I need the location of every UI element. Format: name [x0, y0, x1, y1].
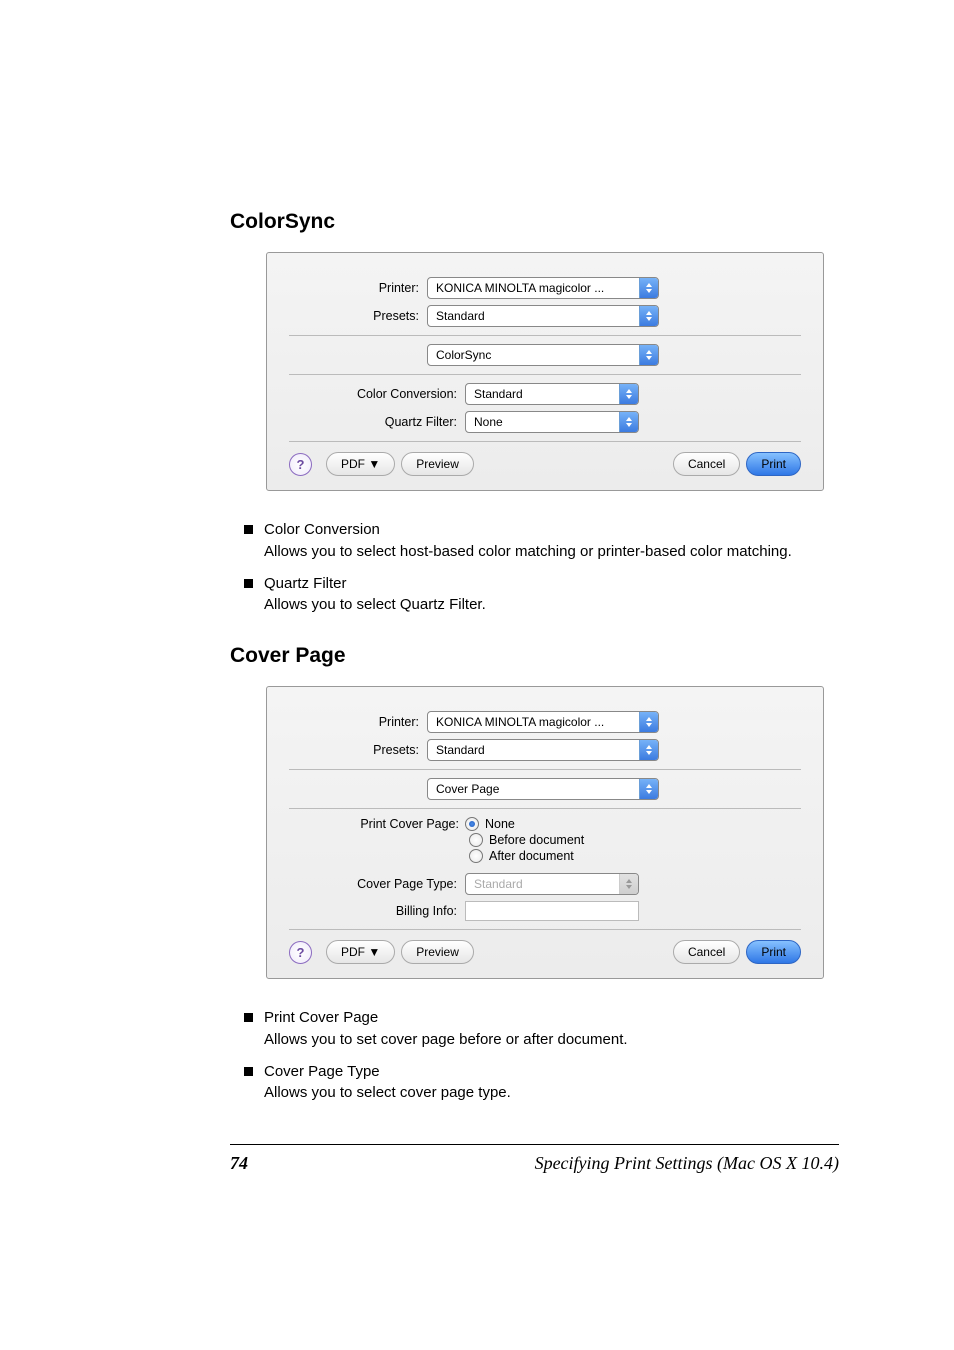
presets-select-value: Standard [428, 309, 639, 323]
item-desc: Allows you to select host-based color ma… [264, 541, 839, 563]
coverpage-description-list: Print Cover Page Allows you to set cover… [230, 1007, 839, 1104]
section-heading-coverpage: Cover Page [230, 644, 839, 668]
presets-label: Presets: [289, 743, 427, 757]
radio-none-label: None [485, 817, 515, 831]
item-title: Print Cover Page [264, 1007, 839, 1029]
colorsync-dialog: Printer: KONICA MINOLTA magicolor ... Pr… [266, 252, 824, 491]
covertype-label: Cover Page Type: [289, 877, 465, 891]
select-arrows-icon [639, 306, 658, 326]
pane-select[interactable]: ColorSync [427, 344, 659, 366]
printer-select[interactable]: KONICA MINOLTA magicolor ... [427, 277, 659, 299]
colorconv-label: Color Conversion: [289, 387, 465, 401]
pdf-button[interactable]: PDF ▼ [326, 452, 395, 476]
radio-none[interactable] [465, 817, 479, 831]
printer-select-value: KONICA MINOLTA magicolor ... [428, 281, 639, 295]
print-button[interactable]: Print [746, 940, 801, 964]
select-arrows-icon [639, 779, 658, 799]
item-title: Quartz Filter [264, 573, 839, 595]
covertype-select: Standard [465, 873, 639, 895]
item-desc: Allows you to select cover page type. [264, 1082, 839, 1104]
print-button[interactable]: Print [746, 452, 801, 476]
presets-label: Presets: [289, 309, 427, 323]
page-footer: 74 Specifying Print Settings (Mac OS X 1… [230, 1144, 839, 1174]
select-arrows-icon [639, 345, 658, 365]
divider [289, 441, 801, 442]
select-arrows-icon [619, 874, 638, 894]
select-arrows-icon [619, 384, 638, 404]
colorconv-value: Standard [466, 387, 619, 401]
billing-input[interactable] [465, 901, 639, 921]
printer-label: Printer: [289, 715, 427, 729]
divider [289, 374, 801, 375]
pane-select-value: ColorSync [428, 348, 639, 362]
page-number: 74 [230, 1153, 310, 1174]
item-title: Color Conversion [264, 519, 839, 541]
select-arrows-icon [639, 740, 658, 760]
radio-before-label: Before document [489, 833, 584, 847]
list-item: Cover Page Type Allows you to select cov… [230, 1061, 839, 1105]
printer-label: Printer: [289, 281, 427, 295]
quartz-select[interactable]: None [465, 411, 639, 433]
colorsync-description-list: Color Conversion Allows you to select ho… [230, 519, 839, 616]
billing-label: Billing Info: [289, 904, 465, 918]
quartz-label: Quartz Filter: [289, 415, 465, 429]
cancel-button[interactable]: Cancel [673, 452, 740, 476]
section-heading-colorsync: ColorSync [230, 210, 839, 234]
colorconv-select[interactable]: Standard [465, 383, 639, 405]
presets-select[interactable]: Standard [427, 739, 659, 761]
pdf-button[interactable]: PDF ▼ [326, 940, 395, 964]
select-arrows-icon [639, 712, 658, 732]
footer-title: Specifying Print Settings (Mac OS X 10.4… [310, 1153, 839, 1174]
preview-button[interactable]: Preview [401, 940, 474, 964]
divider [289, 769, 801, 770]
pane-select[interactable]: Cover Page [427, 778, 659, 800]
item-desc: Allows you to select Quartz Filter. [264, 594, 839, 616]
covertype-value: Standard [466, 877, 619, 891]
item-title: Cover Page Type [264, 1061, 839, 1083]
radio-before[interactable] [469, 833, 483, 847]
list-item: Color Conversion Allows you to select ho… [230, 519, 839, 563]
help-button[interactable]: ? [289, 941, 312, 964]
help-button[interactable]: ? [289, 453, 312, 476]
divider [289, 929, 801, 930]
select-arrows-icon [619, 412, 638, 432]
presets-select[interactable]: Standard [427, 305, 659, 327]
preview-button[interactable]: Preview [401, 452, 474, 476]
radio-after-label: After document [489, 849, 574, 863]
pane-select-value: Cover Page [428, 782, 639, 796]
printcover-label: Print Cover Page: [289, 817, 465, 831]
list-item: Quartz Filter Allows you to select Quart… [230, 573, 839, 617]
select-arrows-icon [639, 278, 658, 298]
divider [289, 335, 801, 336]
printer-select-value: KONICA MINOLTA magicolor ... [428, 715, 639, 729]
coverpage-dialog: Printer: KONICA MINOLTA magicolor ... Pr… [266, 686, 824, 979]
quartz-value: None [466, 415, 619, 429]
item-desc: Allows you to set cover page before or a… [264, 1029, 839, 1051]
divider [289, 808, 801, 809]
radio-after[interactable] [469, 849, 483, 863]
list-item: Print Cover Page Allows you to set cover… [230, 1007, 839, 1051]
cancel-button[interactable]: Cancel [673, 940, 740, 964]
presets-select-value: Standard [428, 743, 639, 757]
printer-select[interactable]: KONICA MINOLTA magicolor ... [427, 711, 659, 733]
